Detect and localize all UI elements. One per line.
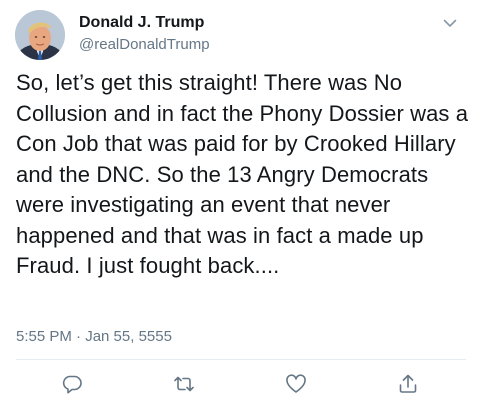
retweet-icon[interactable]: [172, 372, 196, 396]
author-block[interactable]: Donald J. Trump @realDonaldTrump: [79, 13, 210, 55]
tweet-timestamp[interactable]: 5:55 PM · Jan 55, 5555: [16, 328, 172, 346]
user-handle[interactable]: @realDonaldTrump: [79, 35, 210, 55]
divider: [16, 359, 466, 360]
avatar[interactable]: [15, 10, 65, 60]
action-bar: [0, 372, 480, 396]
share-icon[interactable]: [396, 372, 420, 396]
avatar-image: [15, 10, 65, 60]
reply-icon[interactable]: [60, 372, 84, 396]
chevron-down-icon[interactable]: [442, 15, 458, 31]
tweet-card: Donald J. Trump @realDonaldTrump So, let…: [0, 0, 480, 410]
display-name[interactable]: Donald J. Trump: [79, 13, 210, 33]
tweet-text: So, let’s get this straight! There was N…: [16, 70, 475, 278]
heart-icon[interactable]: [284, 372, 308, 396]
